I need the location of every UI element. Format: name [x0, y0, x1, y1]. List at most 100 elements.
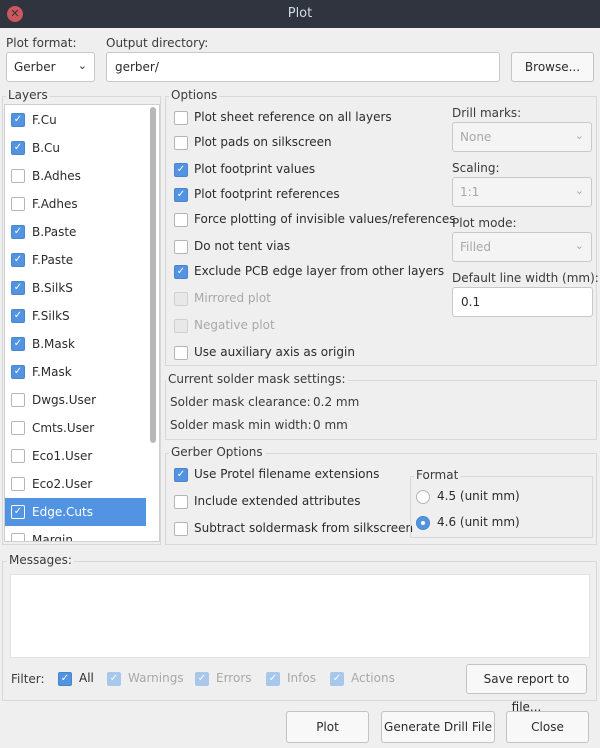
solder-mask-min-width-value: 0 mm [313, 418, 348, 432]
layer-item[interactable]: ✓ B.Cu [5, 134, 146, 162]
layer-checkbox[interactable] [11, 169, 25, 183]
gerber-option-checkbox[interactable] [174, 522, 188, 536]
plot-format-dropdown[interactable]: Gerber ⌄ [6, 52, 95, 82]
filter-checkbox: ✓ [266, 672, 280, 686]
filter-checkbox[interactable]: ✓ [58, 672, 72, 686]
scaling-label: Scaling: [452, 161, 500, 175]
option-label: Negative plot [194, 318, 275, 332]
save-report-button[interactable]: Save report to file... [466, 664, 587, 714]
layer-item[interactable]: ✓ B.Paste [5, 218, 146, 246]
gerber-option-checkbox[interactable]: ✓ [174, 468, 188, 482]
filter-checkbox: ✓ [330, 672, 344, 686]
plot-button[interactable]: Plot [286, 711, 369, 743]
layer-label: F.Cu [32, 113, 57, 127]
filter-label: Filter: [11, 672, 45, 686]
option-label: Plot footprint values [194, 162, 316, 176]
layer-label: F.SilkS [32, 309, 70, 323]
messages-area[interactable] [10, 574, 590, 658]
filter-label-2: Errors [216, 671, 252, 685]
layer-label: F.Mask [32, 365, 72, 379]
option-checkbox [174, 319, 188, 333]
layer-item[interactable]: ✓ F.Paste [5, 246, 146, 274]
solder-mask-clearance-value: 0.2 mm [313, 395, 360, 409]
format-option-label: 4.6 (unit mm) [437, 515, 520, 529]
chevron-down-icon: ⌄ [574, 129, 584, 142]
layer-checkbox[interactable] [11, 477, 25, 491]
layer-item[interactable]: ✓ B.SilkS [5, 274, 146, 302]
option-checkbox[interactable] [174, 213, 188, 227]
browse-button[interactable]: Browse... [511, 52, 594, 82]
output-directory-input[interactable]: gerber/ [106, 52, 500, 82]
layer-item[interactable]: Margin [5, 526, 146, 542]
option-checkbox[interactable] [174, 111, 188, 125]
layer-checkbox[interactable] [11, 533, 25, 541]
layer-label: B.SilkS [32, 281, 73, 295]
option-checkbox[interactable] [174, 346, 188, 360]
layer-checkbox[interactable] [11, 449, 25, 463]
gerber-option-label: Use Protel filename extensions [194, 467, 380, 481]
layer-checkbox[interactable]: ✓ [11, 253, 25, 267]
layer-label: F.Paste [32, 253, 74, 267]
layer-item[interactable]: ✓ F.Cu [5, 106, 146, 134]
layer-item[interactable]: Cmts.User [5, 414, 146, 442]
layer-label: Margin [32, 533, 73, 542]
layer-checkbox[interactable]: ✓ [11, 309, 25, 323]
line-width-input[interactable]: 0.1 [452, 287, 593, 317]
layer-item[interactable]: F.Adhes [5, 190, 146, 218]
plot-mode-label: Plot mode: [452, 216, 517, 230]
output-directory-value: gerber/ [115, 60, 159, 74]
option-checkbox[interactable] [174, 136, 188, 150]
option-label: Exclude PCB edge layer from other layers [194, 264, 445, 278]
title-bar: ✕ Plot [0, 0, 600, 28]
solder-mask-title: Current solder mask settings: [166, 372, 348, 386]
layer-checkbox[interactable]: ✓ [11, 505, 25, 519]
format-radio[interactable] [416, 490, 430, 504]
format-option-label: 4.5 (unit mm) [437, 489, 520, 503]
option-checkbox[interactable]: ✓ [174, 188, 188, 202]
scaling-value: 1:1 [460, 185, 480, 199]
format-radio[interactable] [416, 516, 430, 530]
option-checkbox[interactable]: ✓ [174, 265, 188, 279]
chevron-down-icon: ⌄ [77, 59, 87, 72]
layer-item[interactable]: ✓ F.SilkS [5, 302, 146, 330]
layer-checkbox[interactable]: ✓ [11, 225, 25, 239]
layer-item[interactable]: Eco2.User [5, 470, 146, 498]
option-label: Plot sheet reference on all layers [194, 110, 392, 124]
option-label: Plot pads on silkscreen [194, 135, 332, 149]
layer-item[interactable]: ✓ F.Mask [5, 358, 146, 386]
layer-item[interactable]: ✓ Edge.Cuts [5, 498, 146, 526]
layer-item[interactable]: Eco1.User [5, 442, 146, 470]
layer-label: Cmts.User [32, 421, 95, 435]
option-label: Do not tent vias [194, 239, 291, 253]
layer-label: B.Mask [32, 337, 75, 351]
close-button[interactable]: Close [506, 711, 589, 743]
layer-checkbox[interactable]: ✓ [11, 113, 25, 127]
option-checkbox[interactable] [174, 240, 188, 254]
option-label: Use auxiliary axis as origin [194, 345, 355, 359]
layer-checkbox[interactable] [11, 197, 25, 211]
layer-checkbox[interactable]: ✓ [11, 281, 25, 295]
layer-checkbox[interactable] [11, 393, 25, 407]
layer-item[interactable]: B.Adhes [5, 162, 146, 190]
plot-mode-dropdown: Filled ⌄ [452, 232, 592, 262]
generate-drill-file-button[interactable]: Generate Drill File [381, 711, 495, 743]
layer-label: B.Paste [32, 225, 77, 239]
gerber-option-checkbox[interactable] [174, 495, 188, 509]
drill-marks-dropdown: None ⌄ [452, 122, 592, 152]
option-checkbox[interactable]: ✓ [174, 163, 188, 177]
layer-checkbox[interactable]: ✓ [11, 337, 25, 351]
option-label: Force plotting of invisible values/refer… [194, 212, 456, 226]
chevron-down-icon: ⌄ [574, 184, 584, 197]
layer-item[interactable]: Dwgs.User [5, 386, 146, 414]
layer-checkbox[interactable]: ✓ [11, 365, 25, 379]
solder-mask-min-width-label: Solder mask min width: [170, 418, 312, 432]
layer-item[interactable]: ✓ B.Mask [5, 330, 146, 358]
layers-title: Layers [6, 88, 50, 102]
messages-title: Messages: [7, 553, 74, 567]
layers-list[interactable]: ✓ F.Cu ✓ B.Cu B.Adhes F.Adhes ✓ B.Paste ✓ F.Paste… [4, 104, 160, 542]
layer-label: Eco1.User [32, 449, 93, 463]
line-width-value: 0.1 [461, 295, 481, 309]
layer-checkbox[interactable]: ✓ [11, 141, 25, 155]
layer-checkbox[interactable] [11, 421, 25, 435]
layers-scrollbar[interactable] [150, 107, 156, 443]
